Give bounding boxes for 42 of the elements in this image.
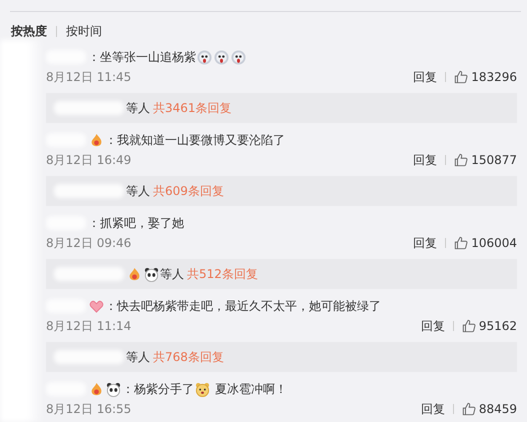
flame-badge-icon — [89, 132, 104, 148]
thumbs-up-icon — [454, 70, 468, 84]
comment-time: 8月12日 16:55 — [46, 400, 132, 418]
others-text: 等人 — [160, 266, 184, 282]
comment-time: 8月12日 11:45 — [46, 68, 132, 86]
heart-icon — [89, 298, 104, 314]
others-text: 等人 — [126, 182, 150, 200]
comment-text: ：我就知道一山要微博又要沦陷了 — [105, 132, 285, 148]
reply-link[interactable]: 回复 — [413, 68, 438, 86]
like-button[interactable]: 106004 — [454, 236, 517, 250]
like-button[interactable]: 150877 — [454, 153, 517, 167]
others-text: 等人 — [126, 100, 150, 116]
comment-text: ：坐等张一山追杨紫 — [88, 48, 196, 66]
others-text: 等人 — [126, 348, 150, 366]
reply-link[interactable]: 回复 — [413, 234, 438, 252]
comment-text: 夏冰雹冲啊！ — [214, 380, 287, 398]
like-button[interactable]: 183296 — [454, 70, 517, 84]
sort-tab[interactable]: 按时间 — [66, 22, 102, 40]
thumbs-up-icon — [462, 402, 476, 416]
bear-face-icon — [195, 382, 210, 396]
crying-face-icon — [214, 50, 229, 64]
flame-badge-icon — [89, 382, 104, 396]
comment-text: ：抓紧吧，娶了她 — [88, 214, 184, 232]
crying-face-icon — [197, 50, 212, 64]
thumbs-up-icon — [454, 153, 468, 167]
like-button[interactable]: 95162 — [462, 319, 517, 333]
thumbs-up-icon — [462, 319, 476, 333]
comment-time: 8月12日 11:14 — [46, 318, 132, 334]
sort-tab[interactable]: 按热度 — [11, 22, 47, 40]
like-button[interactable]: 88459 — [462, 402, 517, 416]
reply-link[interactable]: 回复 — [420, 400, 445, 418]
flame-badge-icon — [127, 266, 142, 282]
comment-time: 8月12日 09:46 — [46, 234, 132, 252]
thumbs-up-icon — [454, 236, 468, 250]
comment-text: ：快去吧杨紫带走吧，最近久不太平，她可能被绿了 — [105, 298, 381, 314]
comment-text: ：杨紫分手了 — [122, 380, 194, 398]
crying-face-icon — [231, 50, 246, 64]
reply-link[interactable]: 回复 — [420, 318, 445, 334]
comment-time: 8月12日 16:49 — [46, 152, 132, 168]
panda-icon — [144, 266, 159, 282]
panda-icon — [106, 382, 121, 396]
reply-link[interactable]: 回复 — [413, 152, 438, 168]
